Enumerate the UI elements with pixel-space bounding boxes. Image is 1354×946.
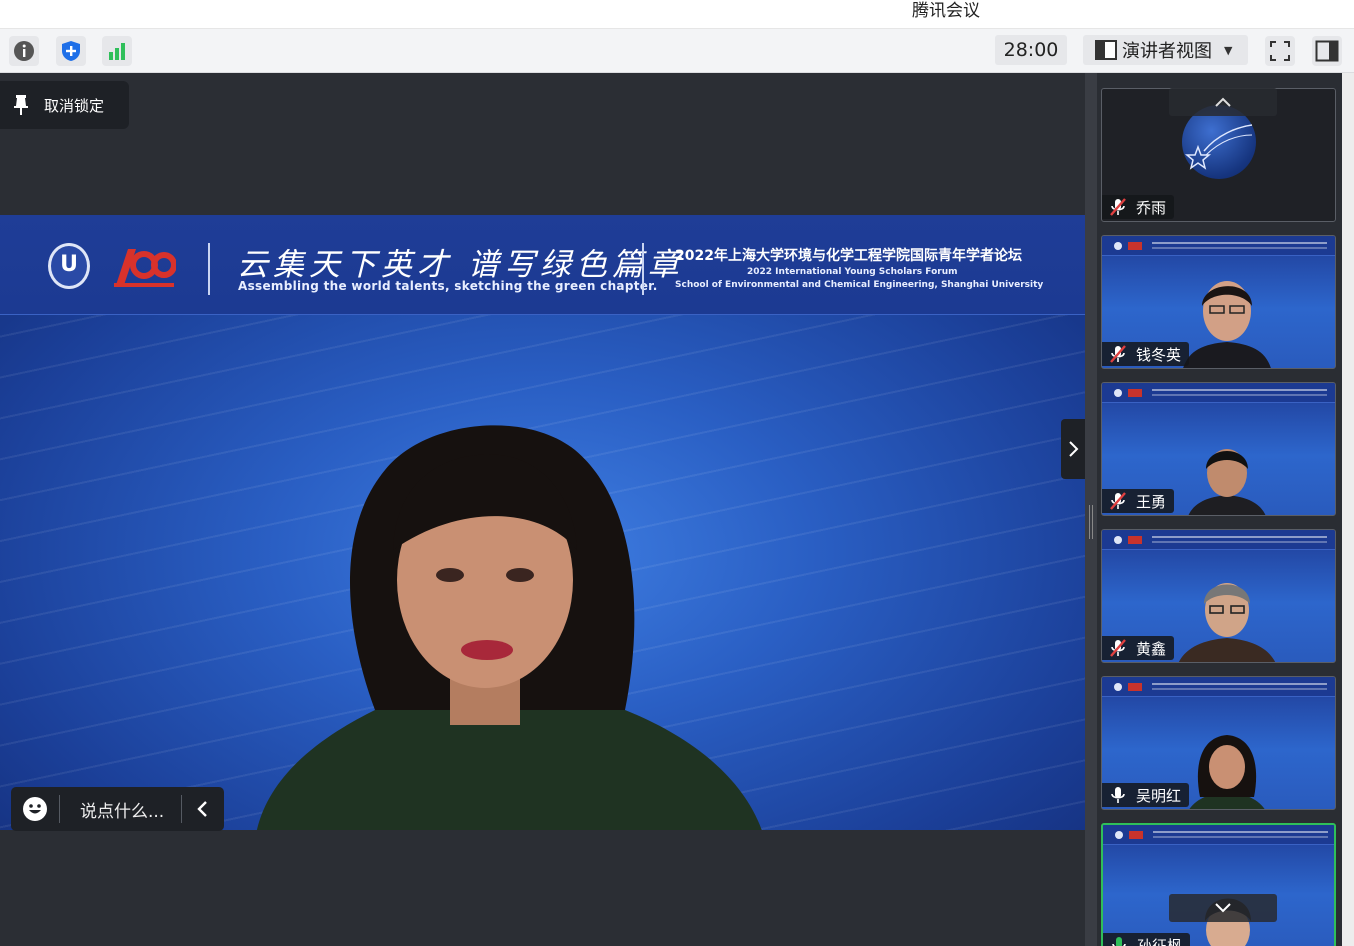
banner-divider	[208, 243, 210, 295]
signal-icon	[109, 43, 125, 60]
meeting-info-button[interactable]	[9, 36, 39, 66]
participant-label: 黄鑫	[1102, 636, 1175, 660]
window-titlebar: 腾讯会议	[0, 0, 1354, 29]
sidebar-toggle-icon	[1315, 40, 1339, 62]
mic-muted-icon	[1108, 344, 1128, 364]
pin-icon	[14, 95, 28, 115]
chevron-down-icon: ▼	[1224, 43, 1233, 57]
collapse-panel-button[interactable]	[1061, 419, 1085, 479]
participant-name: 吴明红	[1136, 786, 1182, 805]
mini-banner	[1103, 825, 1334, 845]
view-mode-dropdown[interactable]: 演讲者视图 ▼	[1083, 35, 1248, 65]
security-button[interactable]	[56, 36, 86, 66]
participant-video	[1188, 449, 1266, 515]
scroll-up-button[interactable]	[1169, 88, 1277, 116]
speaker-view-icon	[1095, 40, 1117, 60]
scroll-down-button[interactable]	[1169, 894, 1277, 922]
participant-label: 钱冬英	[1102, 342, 1190, 366]
meeting-toolbar: 28:00 演讲者视图 ▼	[0, 29, 1354, 73]
sidebar-toggle-button[interactable]	[1312, 36, 1342, 66]
forum-school-en: School of Environmental and Chemical Eng…	[675, 280, 1044, 290]
participant-name: 乔雨	[1136, 198, 1167, 217]
centennial-logo	[114, 249, 176, 287]
meeting-timer: 28:00	[995, 35, 1067, 65]
forum-title-cn: 2022年上海大学环境与化学工程学院国际青年学者论坛	[675, 248, 1022, 264]
mini-banner	[1102, 677, 1335, 697]
mic-speaking-icon	[1109, 935, 1129, 946]
mic-muted-icon	[1108, 197, 1128, 217]
chat-input[interactable]: 说点什么...	[60, 797, 181, 822]
chevron-down-icon	[1215, 903, 1231, 913]
splitter-grip[interactable]	[1089, 505, 1093, 539]
mini-banner	[1102, 530, 1335, 550]
panel-scrollbar[interactable]	[1342, 73, 1354, 946]
mini-banner-text	[1152, 536, 1327, 538]
unlock-label: 取消锁定	[44, 96, 105, 115]
participant-tile-active[interactable]: 孙征枫	[1101, 823, 1336, 946]
shield-icon	[62, 41, 80, 61]
presenter-figure	[257, 425, 762, 830]
view-mode-label: 演讲者视图	[1122, 41, 1212, 62]
participant-tile[interactable]: 黄鑫	[1101, 529, 1336, 663]
participant-tile[interactable]: 吴明红	[1101, 676, 1336, 810]
participant-tile[interactable]: 王勇	[1101, 382, 1336, 516]
banner-slogan-cn: 云集天下英才 谱写绿色篇章	[237, 247, 684, 283]
chevron-left-icon	[197, 801, 207, 817]
mic-icon	[1108, 785, 1128, 805]
unlock-pin-button[interactable]: 取消锁定	[0, 81, 129, 129]
collapse-chat-button[interactable]	[182, 800, 224, 818]
mic-muted-icon	[1108, 491, 1128, 511]
banner-divider	[642, 243, 644, 295]
info-icon	[14, 41, 34, 61]
participant-name: 钱冬英	[1136, 345, 1182, 364]
mini-banner-text	[1152, 683, 1327, 685]
mini-banner-text	[1152, 389, 1327, 391]
mini-banner-text	[1153, 831, 1328, 833]
smiley-icon	[23, 797, 47, 821]
mini-banner	[1102, 383, 1335, 403]
emoji-button[interactable]	[11, 796, 59, 822]
participant-name: 孙征枫	[1137, 936, 1183, 946]
participant-label: 吴明红	[1102, 783, 1190, 807]
university-logo	[48, 243, 90, 289]
chevron-up-icon	[1215, 97, 1231, 107]
fullscreen-button[interactable]	[1265, 36, 1295, 66]
star-icon	[1184, 124, 1253, 170]
participant-video	[1178, 583, 1276, 662]
participant-name: 黄鑫	[1136, 639, 1167, 658]
main-stage: 取消锁定 云集天下英才 谱写绿色篇章 Assembling the world …	[0, 73, 1085, 946]
avatar	[1182, 105, 1256, 179]
participant-name: 王勇	[1136, 492, 1167, 511]
participant-label: 王勇	[1102, 489, 1175, 513]
chevron-right-icon	[1069, 441, 1079, 457]
fullscreen-icon	[1270, 41, 1290, 61]
chat-bar[interactable]: 说点什么...	[11, 787, 224, 831]
window-title: 腾讯会议	[912, 1, 980, 21]
forum-title-en: 2022 International Young Scholars Forum	[747, 267, 958, 277]
participant-label: 乔雨	[1102, 195, 1175, 219]
presenter-video[interactable]: 云集天下英才 谱写绿色篇章 Assembling the world talen…	[0, 215, 1085, 830]
mic-muted-icon	[1108, 638, 1128, 658]
forum-banner: 云集天下英才 谱写绿色篇章 Assembling the world talen…	[0, 215, 1085, 315]
mini-banner-text	[1152, 242, 1327, 244]
banner-slogan-en: Assembling the world talents, sketching …	[238, 279, 658, 293]
participant-label: 孙征枫	[1103, 933, 1191, 946]
network-status-button[interactable]	[102, 36, 132, 66]
mini-banner	[1102, 236, 1335, 256]
participant-tile[interactable]: 钱冬英	[1101, 235, 1336, 369]
panel-splitter[interactable]	[1085, 73, 1097, 946]
